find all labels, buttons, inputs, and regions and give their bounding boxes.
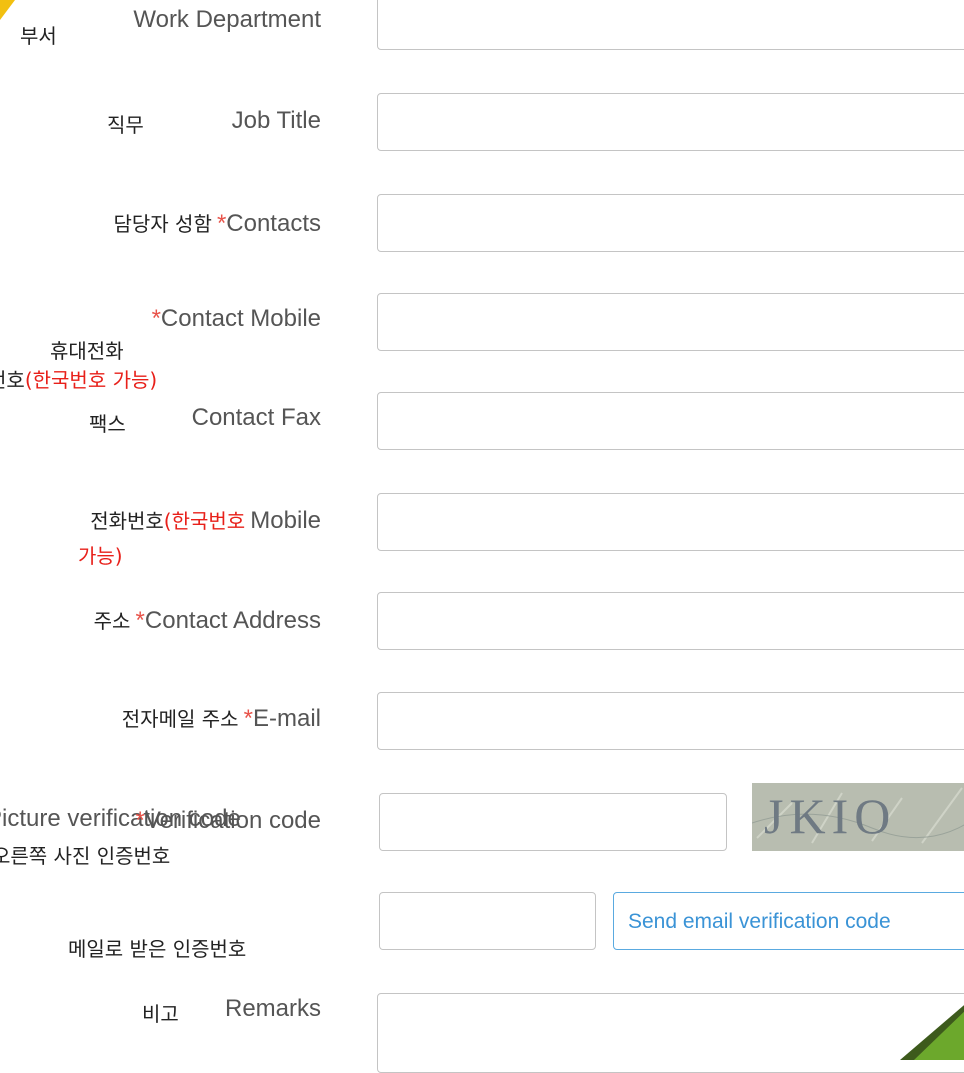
phone-label: 전화번호(한국번호 Mobile (90, 505, 321, 535)
mobile-input[interactable] (377, 293, 964, 351)
picture-code-label-ko: 오른쪽 사진 인증번호 (0, 844, 171, 868)
contacts-input[interactable] (377, 194, 964, 252)
required-marker: * (135, 607, 145, 634)
remarks-label-ko: 비고 (142, 1002, 179, 1026)
captcha-text: JKIO (764, 788, 896, 844)
email-code-label-en: *Verification code (136, 807, 321, 835)
email-input[interactable] (377, 692, 964, 750)
remarks-label-en: Remarks (224, 995, 321, 1022)
fax-label-ko: 팩스 (89, 412, 126, 436)
picture-code-input[interactable] (379, 793, 727, 851)
remarks-textarea[interactable] (377, 993, 964, 1073)
job-title-input[interactable] (377, 93, 964, 151)
phone-input[interactable] (377, 493, 964, 551)
phone-label-en: Mobile (250, 507, 321, 534)
department-label-ko: 부서 (20, 24, 57, 48)
address-label-ko: 주소 (93, 609, 131, 633)
send-email-code-button[interactable]: Send email verification code (613, 892, 964, 950)
mobile-label-en-text: Contact Mobile (160, 305, 321, 332)
required-marker: * (151, 305, 161, 332)
corner-accent-bottom-right (900, 1005, 964, 1060)
fax-label-en: Contact Fax (191, 404, 321, 431)
mobile-label-ko-line2: 번호(한국번호 가능) (0, 364, 157, 393)
department-input[interactable] (377, 0, 964, 50)
mobile-label-ko: 휴대전화 (50, 339, 124, 363)
contacts-label-ko: 담당자 성함 (113, 212, 212, 236)
phone-note: (한국번호 (163, 509, 246, 533)
department-label-en: Work Department (133, 6, 321, 33)
mobile-label-ko-suffix: 번호 (0, 368, 25, 392)
email-code-input[interactable] (379, 892, 596, 950)
address-label-en: Contact Address (144, 607, 321, 634)
mobile-note: (한국번호 가능) (24, 368, 158, 392)
contacts-label-en: Contacts (226, 210, 321, 237)
required-marker: * (243, 705, 253, 732)
fax-input[interactable] (377, 392, 964, 450)
email-code-label-ko: 메일로 받은 인증번호 (68, 937, 247, 961)
address-label: 주소 *Contact Address (94, 605, 321, 635)
email-label-en: E-mail (252, 705, 321, 732)
phone-note-line2: 가능) (78, 544, 123, 568)
email-label-ko: 전자메일 주소 (121, 707, 239, 731)
contacts-label: 담당자 성함 *Contacts (113, 208, 321, 238)
captcha-noise: JKIO (752, 783, 964, 851)
address-input[interactable] (377, 592, 964, 650)
corner-accent-top-left (0, 0, 15, 20)
email-code-label-en-text: Verification code (144, 807, 321, 834)
required-marker: * (135, 807, 145, 834)
email-label: 전자메일 주소 *E-mail (122, 703, 321, 733)
mobile-label-en: *Contact Mobile (152, 305, 321, 333)
phone-label-ko: 전화번호 (90, 509, 164, 533)
required-marker: * (216, 210, 227, 237)
job-title-label-en: Job Title (231, 107, 321, 134)
job-title-label-ko: 직무 (107, 113, 144, 137)
captcha-image[interactable]: JKIO (752, 783, 964, 851)
